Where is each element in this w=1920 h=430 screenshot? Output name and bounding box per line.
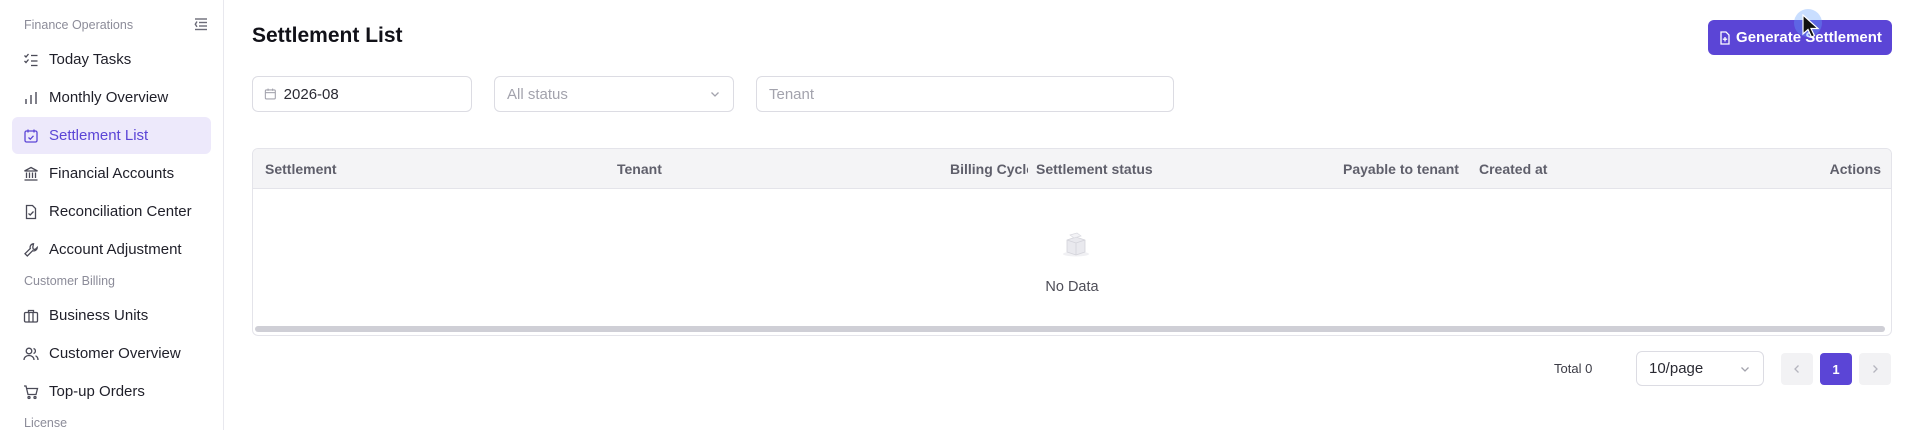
sidebar-section-license: License [24,416,68,430]
file-check-icon [25,204,37,219]
sidebar-item-monthly-overview[interactable]: Monthly Overview [12,79,211,116]
tenant-input[interactable] [769,85,1161,103]
generate-settlement-label: Generate Settlement [1736,29,1882,46]
column-header-actions[interactable]: Actions [1773,149,1881,189]
main-content: Settlement List Generate Settlement All … [224,0,1920,430]
month-input[interactable] [283,85,471,103]
sidebar-item-label: Today Tasks [49,51,132,68]
empty-box-icon [1063,232,1089,257]
sidebar-item-label: Monthly Overview [49,89,169,106]
chevron-down-icon [711,92,719,97]
briefcase-icon [23,309,39,323]
cart-icon [24,384,39,399]
sidebar-item-settlement-list[interactable]: Settlement List [12,117,211,154]
sidebar-item-label: Financial Accounts [49,165,175,182]
table-header: Settlement Tenant Billing Cycle Settleme… [253,149,1891,189]
menu-collapse-icon[interactable] [193,16,209,32]
next-page-button[interactable] [1859,353,1891,385]
page-number-button[interactable]: 1 [1820,353,1852,385]
status-select-placeholder: All status [507,85,568,103]
app-root: Finance Operations Today Tasks Monthly O… [0,0,1920,430]
sidebar-item-top-up-orders[interactable]: Top-up Orders [12,373,211,410]
users-icon [23,347,39,360]
checklist-icon [24,53,38,66]
sidebar-item-account-adjustment[interactable]: Account Adjustment [12,231,211,268]
chevron-down-icon [1741,366,1749,372]
pagination-total: Total 0 [1554,361,1593,376]
sidebar-item-label: Customer Overview [49,345,181,362]
settlement-table: Settlement Tenant Billing Cycle Settleme… [252,148,1892,336]
sidebar-item-customer-overview[interactable]: Customer Overview [12,335,211,372]
column-header-billing-cycle[interactable]: Billing Cycle [950,149,1028,189]
generate-settlement-button[interactable]: Generate Settlement [1708,20,1892,55]
prev-page-button[interactable] [1781,353,1813,385]
sidebar-section-customer-billing: Customer Billing [24,274,116,288]
sidebar-item-reconciliation-center[interactable]: Reconciliation Center [12,193,211,230]
sidebar-item-financial-accounts[interactable]: Financial Accounts [12,155,211,192]
sidebar-item-label: Settlement List [49,127,149,144]
tenant-filter[interactable] [756,76,1174,112]
table-horizontal-scrollbar[interactable] [255,326,1885,332]
sidebar: Finance Operations Today Tasks Monthly O… [0,0,224,430]
sidebar-section-finance-operations: Finance Operations [24,18,134,32]
bank-icon [24,166,38,181]
sidebar-item-label: Account Adjustment [49,241,182,258]
column-header-created-at[interactable]: Created at [1479,149,1629,189]
sidebar-item-label: Business Units [49,307,149,324]
empty-state: No Data [253,189,1891,329]
sidebar-item-label: Top-up Orders [49,383,145,400]
column-header-payable-to-tenant[interactable]: Payable to tenant [1343,149,1468,189]
status-select[interactable]: All status [494,76,734,112]
page-title: Settlement List [252,24,403,47]
sidebar-item-label: Reconciliation Center [49,203,192,220]
calendar-check-icon [24,129,38,143]
bar-chart-icon [25,91,37,104]
file-plus-icon [1720,30,1730,45]
chevron-left-icon [1794,365,1799,373]
sidebar-item-today-tasks[interactable]: Today Tasks [12,41,211,78]
column-header-settlement[interactable]: Settlement [265,149,565,189]
page-size-value: 10/page [1649,360,1704,377]
column-header-tenant[interactable]: Tenant [617,149,817,189]
empty-state-text: No Data [1045,279,1099,295]
column-header-settlement-status[interactable]: Settlement status [1036,149,1236,189]
sidebar-item-business-units[interactable]: Business Units [12,297,211,334]
wrench-icon [24,242,38,257]
chevron-right-icon [1873,365,1878,373]
calendar-icon [264,88,276,100]
page-size-select[interactable]: 10/page [1636,351,1764,386]
month-picker[interactable] [252,76,472,112]
